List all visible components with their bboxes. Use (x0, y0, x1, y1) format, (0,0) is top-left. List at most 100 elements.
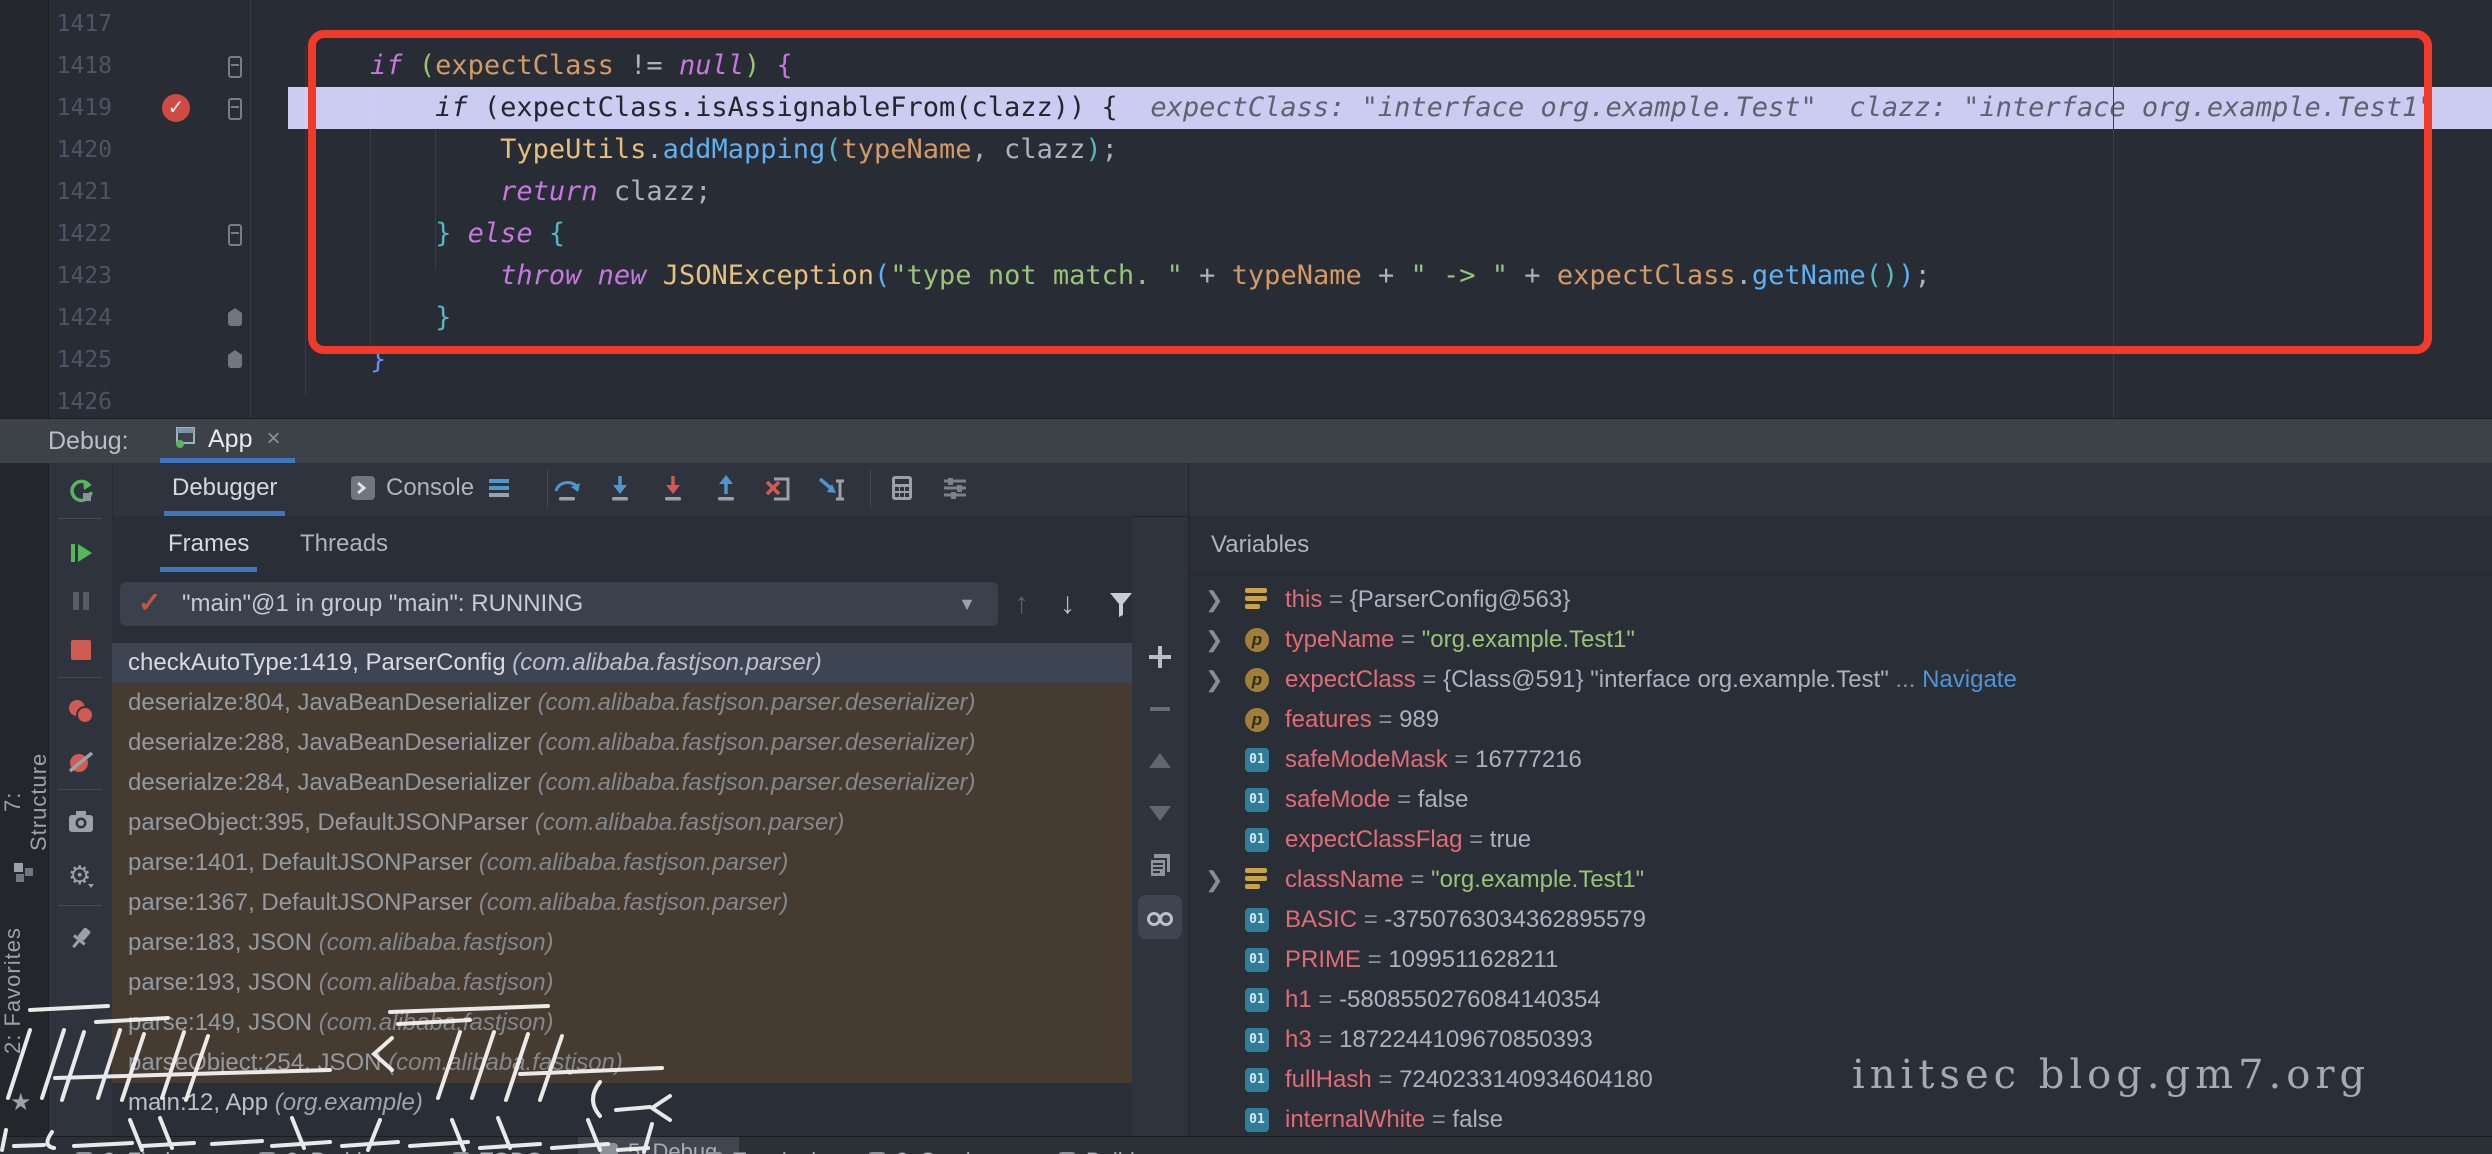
stack-frame-row[interactable]: parse:183, JSON (com.alibaba.fastjson) (112, 923, 1132, 963)
variable-row[interactable]: 01 internalWhite = false (1189, 1100, 2492, 1140)
close-icon[interactable]: × (266, 425, 280, 453)
value-icon (1245, 868, 1269, 892)
drop-frame-icon[interactable] (764, 473, 794, 503)
show-execution-point-icon[interactable] (484, 473, 514, 503)
statusbar-item-todo[interactable]: TODO (452, 1141, 543, 1154)
stack-frame-row[interactable]: parse:1367, DefaultJSONParser (com.aliba… (112, 883, 1132, 923)
mute-breakpoints-icon[interactable] (66, 747, 96, 777)
structure-icon[interactable] (13, 862, 35, 884)
add-watch-icon[interactable] (1145, 642, 1175, 672)
code-line-1425[interactable]: 1425 } (48, 339, 2492, 381)
variable-value: typeName = "org.example.Test1" (1285, 620, 1635, 660)
chevron-right-icon[interactable]: ❯ (1205, 580, 1229, 620)
navigate-link[interactable]: Navigate (1922, 666, 2017, 693)
stack-frame-row[interactable]: deserialze:284, JavaBeanDeserializer (co… (112, 763, 1132, 803)
pin-icon[interactable] (66, 923, 96, 953)
chevron-right-icon[interactable]: ❯ (1205, 660, 1229, 700)
layout-settings-icon[interactable] (940, 473, 970, 503)
run-to-cursor-icon[interactable] (817, 473, 847, 503)
variable-value: expectClassFlag = true (1285, 820, 1531, 860)
variable-row[interactable]: ❯this = {ParserConfig@563} (1189, 580, 2492, 620)
variable-name: BASIC (1285, 906, 1357, 933)
stack-frame-row[interactable]: main:12, App (org.example) (112, 1083, 1132, 1123)
variable-row[interactable]: ❯className = "org.example.Test1" (1189, 860, 2492, 900)
sidebar-item-structure[interactable]: 7: Structure (0, 742, 48, 862)
tab-threads[interactable]: Threads (300, 518, 388, 568)
pause-icon[interactable] (66, 586, 96, 616)
stack-frame-row[interactable]: parse:1401, DefaultJSONParser (com.aliba… (112, 843, 1132, 883)
code-line-1422[interactable]: 1422 } else { (48, 213, 2492, 255)
statusbar-item-find[interactable]: 3: Find (75, 1141, 170, 1154)
move-down-icon[interactable] (1145, 798, 1175, 828)
settings-gear-icon[interactable]: ⚙ (66, 860, 96, 890)
variable-row[interactable]: 01safeModeMask = 16777216 (1189, 740, 2492, 780)
code-line-1426[interactable]: 1426 (48, 381, 2492, 418)
line-number: 1426 (48, 381, 112, 418)
down-arrow-icon[interactable]: ↓ (1060, 582, 1075, 626)
evaluate-expression-icon[interactable] (887, 473, 917, 503)
statusbar-item-services[interactable]: 8: Services (868, 1141, 1005, 1154)
tab-console[interactable]: Console (350, 462, 474, 512)
code-line-1421[interactable]: 1421 return clazz; (48, 171, 2492, 213)
variable-row[interactable]: pfeatures = 989 (1189, 700, 2492, 740)
stack-frames-list: checkAutoType:1419, ParserConfig (com.al… (112, 640, 1132, 1136)
code-line-1418[interactable]: 1418 if (expectClass != null) { (48, 45, 2492, 87)
variable-row[interactable]: ❯ptypeName = "org.example.Test1" (1189, 620, 2492, 660)
sidebar-item-favorites[interactable]: 2: Favorites (0, 898, 48, 1084)
variable-row[interactable]: 01expectClassFlag = true (1189, 820, 2492, 860)
chevron-right-icon[interactable]: ❯ (1205, 620, 1229, 660)
stack-frame-row[interactable]: parseObject:395, DefaultJSONParser (com.… (112, 803, 1132, 843)
thread-dump-icon[interactable] (66, 807, 96, 837)
tab-frames[interactable]: Frames (168, 518, 249, 568)
code-editor[interactable]: 14171418 if (expectClass != null) {1419✓… (48, 0, 2492, 418)
up-arrow-icon[interactable]: ↑ (1014, 582, 1029, 626)
view-breakpoints-icon[interactable] (66, 697, 96, 727)
move-up-icon[interactable] (1145, 746, 1175, 776)
statusbar-item-terminal[interactable]: Terminal (705, 1141, 816, 1154)
variable-value: fullHash = 7240233140934604180 (1285, 1060, 1653, 1100)
variable-row[interactable]: 01safeMode = false (1189, 780, 2492, 820)
stack-frame-row[interactable]: checkAutoType:1419, ParserConfig (com.al… (112, 643, 1132, 683)
code-line-1419[interactable]: 1419✓ if (expectClass.isAssignableFrom(c… (48, 87, 2492, 129)
app-window-icon (174, 425, 198, 454)
step-into-icon[interactable] (605, 473, 635, 503)
code-line-1424[interactable]: 1424 } (48, 297, 2492, 339)
variable-value: internalWhite = false (1285, 1100, 1503, 1140)
show-watches-glasses-icon[interactable] (1138, 895, 1182, 939)
force-step-into-icon[interactable] (658, 473, 688, 503)
code-line-1417[interactable]: 1417 (48, 3, 2492, 45)
resume-icon[interactable] (66, 538, 96, 568)
star-icon[interactable]: ★ (10, 1088, 32, 1117)
stop-icon[interactable] (66, 635, 96, 665)
thread-selector[interactable]: ✓ "main"@1 in group "main": RUNNING ▼ (120, 582, 998, 626)
stack-frame-row[interactable]: deserialze:804, JavaBeanDeserializer (co… (112, 683, 1132, 723)
variable-row[interactable]: 01PRIME = 1099511628211 (1189, 940, 2492, 980)
line-number: 1420 (48, 129, 112, 171)
variable-row[interactable]: 01BASIC = -3750763034362895579 (1189, 900, 2492, 940)
statusbar-item-build[interactable]: Build (1058, 1141, 1135, 1154)
code-text: } (240, 339, 386, 381)
code-line-1420[interactable]: 1420 TypeUtils.addMapping(typeName, claz… (48, 129, 2492, 171)
variable-row[interactable]: ❯pexpectClass = {Class@591} "interface o… (1189, 660, 2492, 700)
rerun-icon[interactable] (66, 476, 96, 506)
chevron-right-icon[interactable]: ❯ (1205, 860, 1229, 900)
remove-watch-icon[interactable] (1145, 694, 1175, 724)
breakpoint-icon[interactable]: ✓ (162, 94, 190, 122)
stack-frame-row[interactable]: parse:193, JSON (com.alibaba.fastjson) (112, 963, 1132, 1003)
stack-frame-row[interactable]: parseObject:254, JSON (com.alibaba.fastj… (112, 1043, 1132, 1083)
step-out-icon[interactable] (711, 473, 741, 503)
step-over-icon[interactable] (552, 473, 582, 503)
statusbar-item-problems[interactable]: 2: Problems (258, 1141, 403, 1154)
duplicate-icon[interactable] (1145, 850, 1175, 880)
tab-label: App (208, 425, 252, 454)
status-bar: 3: Find2: ProblemsTODO5: DebugTerminal8:… (0, 1136, 2492, 1154)
stack-frame-row[interactable]: deserialze:288, JavaBeanDeserializer (co… (112, 723, 1132, 763)
primitive-value-icon: 01 (1245, 1108, 1269, 1132)
code-line-1423[interactable]: 1423 throw new JSONException("type not m… (48, 255, 2492, 297)
variable-name: features (1285, 706, 1372, 733)
tab-debugger[interactable]: Debugger (172, 462, 277, 512)
stack-frame-row[interactable]: parse:149, JSON (com.alibaba.fastjson) (112, 1003, 1132, 1043)
tab-debug-app[interactable]: App × (160, 419, 295, 459)
variable-row[interactable]: 01h1 = -5808550276084140354 (1189, 980, 2492, 1020)
code-text: } else { (240, 213, 565, 255)
